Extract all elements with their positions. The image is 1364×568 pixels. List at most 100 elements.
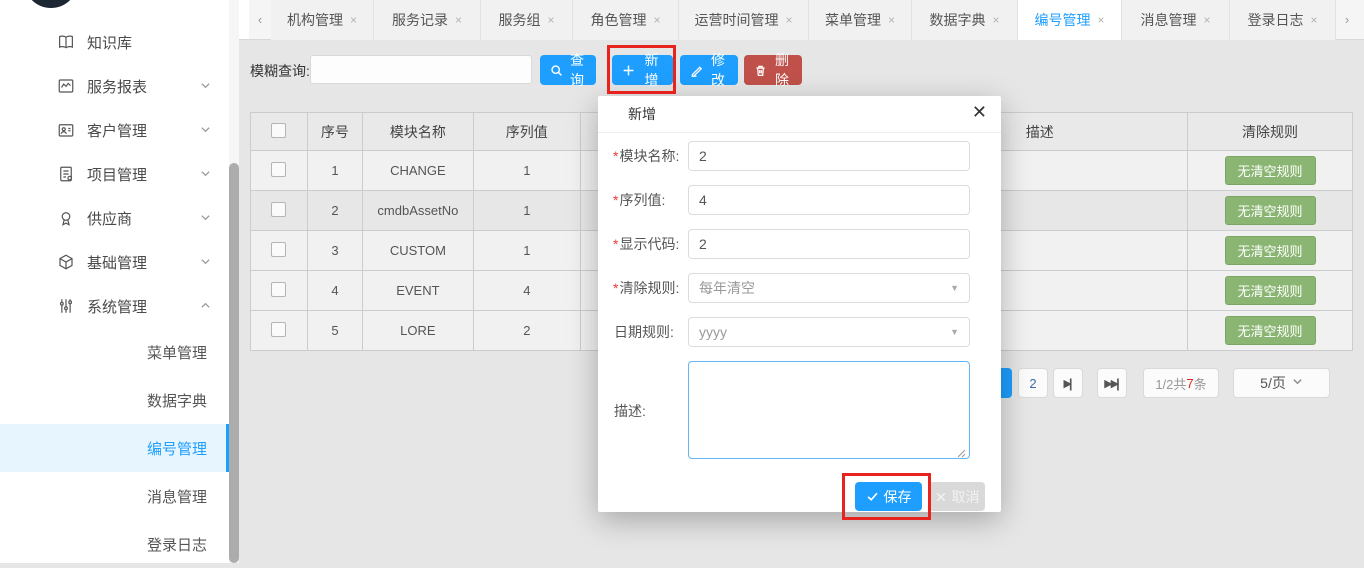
- sidebar: 知识库 服务报表 客户管理 项目管理: [0, 0, 229, 563]
- chevron-down-icon: [200, 78, 211, 95]
- save-button[interactable]: 保存: [855, 482, 922, 511]
- sidebar-scrollbar-thumb[interactable]: [229, 163, 239, 563]
- no-clear-rule-button[interactable]: 无清空规则: [1225, 276, 1316, 305]
- search-button[interactable]: 查询: [540, 55, 596, 85]
- x-icon: [935, 491, 947, 503]
- chevron-down-icon: [200, 254, 211, 271]
- cancel-button[interactable]: 取消: [929, 482, 985, 511]
- row-checkbox[interactable]: [271, 162, 286, 177]
- tab-login-log[interactable]: 登录日志×: [1230, 0, 1336, 40]
- add-button[interactable]: 新增: [612, 55, 673, 85]
- close-icon[interactable]: ×: [350, 13, 357, 27]
- sidebar-item-service-reports[interactable]: 服务报表: [0, 64, 229, 108]
- tab-role-management[interactable]: 角色管理×: [573, 0, 679, 40]
- description-textarea[interactable]: [688, 361, 970, 459]
- sidebar-item-label: 基础管理: [87, 252, 147, 273]
- edit-button[interactable]: 修改: [680, 55, 738, 85]
- page-info: 1/2共7条: [1143, 368, 1219, 398]
- module-name-label: *模块名称:: [613, 141, 685, 171]
- page-2-button[interactable]: 2: [1018, 368, 1048, 398]
- submenu-number-management[interactable]: 编号管理: [0, 424, 229, 472]
- search-icon: [550, 64, 563, 77]
- display-code-label: *显示代码:: [613, 229, 685, 259]
- tab-number-management[interactable]: 编号管理×: [1018, 0, 1122, 40]
- sidebar-menu: 知识库 服务报表 客户管理 项目管理: [0, 20, 229, 568]
- pencil-icon: [690, 64, 703, 77]
- clear-rule-select[interactable]: 每年清空▼: [688, 273, 970, 303]
- select-all-checkbox[interactable]: [271, 123, 286, 138]
- report-chart-icon: [57, 77, 75, 95]
- close-icon[interactable]: ×: [1310, 13, 1317, 27]
- avatar[interactable]: [24, 0, 78, 8]
- submenu-data-dictionary[interactable]: 数据字典: [0, 376, 229, 424]
- book-icon: [57, 33, 75, 51]
- per-page-select[interactable]: 5/页: [1233, 368, 1330, 398]
- close-icon[interactable]: ×: [547, 13, 554, 27]
- close-icon[interactable]: ×: [785, 13, 792, 27]
- no-clear-rule-button[interactable]: 无清空规则: [1225, 236, 1316, 265]
- sidebar-item-knowledge-base[interactable]: 知识库: [0, 20, 229, 64]
- sidebar-item-label: 项目管理: [87, 164, 147, 185]
- display-code-input[interactable]: [688, 229, 970, 259]
- description-label: 描述:: [613, 396, 685, 426]
- no-clear-rule-button[interactable]: 无清空规则: [1225, 196, 1316, 225]
- header-module: 模块名称: [362, 113, 473, 151]
- tab-message-management[interactable]: 消息管理×: [1122, 0, 1230, 40]
- close-icon[interactable]: ×: [1203, 13, 1210, 27]
- close-icon[interactable]: ×: [653, 13, 660, 27]
- header-rule: 清除规则: [1188, 113, 1353, 151]
- plus-icon: [622, 64, 635, 77]
- submenu-menu-management[interactable]: 菜单管理: [0, 328, 229, 376]
- row-checkbox[interactable]: [271, 242, 286, 257]
- row-checkbox[interactable]: [271, 282, 286, 297]
- tab-operation-time[interactable]: 运营时间管理×: [679, 0, 809, 40]
- row-checkbox[interactable]: [271, 322, 286, 337]
- no-clear-rule-button[interactable]: 无清空规则: [1225, 156, 1316, 185]
- module-name-input[interactable]: [688, 141, 970, 171]
- close-icon[interactable]: ✕: [972, 102, 987, 123]
- tab-org-management[interactable]: 机构管理×: [271, 0, 374, 40]
- chevron-down-icon: [1292, 376, 1303, 390]
- tab-data-dictionary[interactable]: 数据字典×: [912, 0, 1018, 40]
- sidebar-item-customer-management[interactable]: 客户管理: [0, 108, 229, 152]
- sequence-value-input[interactable]: [688, 185, 970, 215]
- add-dialog: 新增 ✕ *模块名称: *序列值: *显示代码: *清除规则: 每年清空▼ 日期…: [598, 96, 1001, 512]
- close-icon[interactable]: ×: [455, 13, 462, 27]
- last-page-button[interactable]: ▶▶|: [1097, 368, 1127, 398]
- next-page-button[interactable]: ▶|: [1053, 368, 1083, 398]
- tab-bar: ‹ 机构管理× 服务记录× 服务组× 角色管理× 运营时间管理× 菜单管理× 数…: [239, 0, 1364, 40]
- chevron-down-icon: [200, 122, 211, 139]
- fuzzy-search-input[interactable]: [310, 55, 532, 84]
- cube-icon: [57, 253, 75, 271]
- sidebar-item-project-management[interactable]: 项目管理: [0, 152, 229, 196]
- sidebar-item-system-management[interactable]: 系统管理: [0, 284, 229, 328]
- submenu-message-management[interactable]: 消息管理: [0, 472, 229, 520]
- delete-button[interactable]: 删除: [744, 55, 802, 85]
- date-rule-select[interactable]: yyyy▼: [688, 317, 970, 347]
- total-count: 7: [1186, 376, 1193, 391]
- dropdown-caret-icon: ▼: [950, 283, 959, 293]
- close-icon[interactable]: ×: [888, 13, 895, 27]
- header-seq: 序号: [307, 113, 362, 151]
- header-value: 序列值: [473, 113, 580, 151]
- sidebar-item-label: 系统管理: [87, 296, 147, 317]
- sidebar-scrollbar-track[interactable]: [229, 0, 239, 563]
- tab-service-group[interactable]: 服务组×: [481, 0, 573, 40]
- sidebar-item-label: 供应商: [87, 208, 132, 229]
- sidebar-item-basic-management[interactable]: 基础管理: [0, 240, 229, 284]
- tab-service-records[interactable]: 服务记录×: [374, 0, 481, 40]
- supplier-badge-icon: [57, 209, 75, 227]
- row-checkbox[interactable]: [271, 202, 286, 217]
- no-clear-rule-button[interactable]: 无清空规则: [1225, 316, 1316, 345]
- close-icon[interactable]: ×: [1097, 13, 1104, 27]
- sidebar-item-supplier[interactable]: 供应商: [0, 196, 229, 240]
- tab-scroll-right-icon[interactable]: ›: [1336, 0, 1358, 39]
- header-checkbox-cell: [251, 113, 308, 151]
- fuzzy-search-label: 模糊查询:: [250, 61, 310, 81]
- tab-scroll-left-icon[interactable]: ‹: [249, 0, 271, 39]
- chevron-down-icon: [200, 166, 211, 183]
- tab-menu-management[interactable]: 菜单管理×: [809, 0, 912, 40]
- sidebar-item-label: 客户管理: [87, 120, 147, 141]
- close-icon[interactable]: ×: [992, 13, 999, 27]
- submenu-login-log[interactable]: 登录日志: [0, 520, 229, 568]
